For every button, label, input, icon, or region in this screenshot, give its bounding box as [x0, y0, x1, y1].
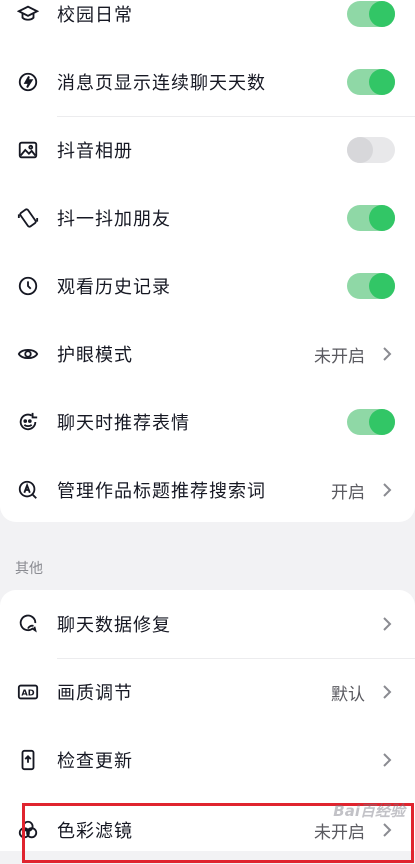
- setting-label: 管理作品标题推荐搜索词: [57, 481, 266, 502]
- toggle-knob: [369, 69, 395, 95]
- chat-streak-toggle[interactable]: [347, 69, 395, 95]
- image-icon: [17, 139, 39, 161]
- setting-label: 校园日常: [57, 5, 133, 26]
- setting-label: 抖音相册: [57, 141, 133, 162]
- toggle-knob: [347, 137, 373, 163]
- setting-label: 画质调节: [57, 683, 133, 704]
- setting-row-watch-history[interactable]: 观看历史记录: [0, 252, 415, 320]
- setting-row-chat-data-repair[interactable]: 聊天数据修复: [0, 590, 415, 658]
- setting-value: 开启: [331, 482, 365, 503]
- shake-phone-icon: [17, 207, 39, 229]
- phone-update-icon: [17, 749, 39, 771]
- setting-label: 消息页显示连续聊天天数: [57, 73, 266, 94]
- section-title-other: 其他: [15, 561, 43, 577]
- setting-row-chat-streak[interactable]: 消息页显示连续聊天天数: [0, 48, 415, 116]
- setting-row-campus-daily[interactable]: 校园日常: [0, 0, 415, 48]
- setting-label: 聊天数据修复: [57, 615, 171, 636]
- setting-row-emoji-recommend[interactable]: 聊天时推荐表情: [0, 388, 415, 456]
- watermark: Bai百经验: [333, 802, 405, 820]
- watch-history-toggle[interactable]: [347, 273, 395, 299]
- setting-label: 抖一抖加朋友: [57, 209, 171, 230]
- ad-badge-icon: AD: [17, 681, 39, 703]
- setting-row-douyin-album[interactable]: 抖音相册: [0, 116, 415, 184]
- emoji-recommend-toggle[interactable]: [347, 409, 395, 435]
- setting-value: 默认: [331, 684, 365, 705]
- setting-row-title-search-words[interactable]: 管理作品标题推荐搜索词 开启: [0, 456, 415, 524]
- setting-row-check-update[interactable]: 检查更新: [0, 726, 415, 794]
- graduation-cap-icon: [17, 3, 39, 25]
- chevron-right-icon: [383, 347, 392, 361]
- setting-value: 未开启: [314, 346, 365, 367]
- chevron-right-icon: [383, 617, 392, 631]
- clock-icon: [17, 275, 39, 297]
- setting-row-image-quality[interactable]: AD 画质调节 默认: [0, 658, 415, 726]
- toggle-knob: [369, 1, 395, 27]
- svg-text:AD: AD: [21, 688, 34, 698]
- toggle-knob: [369, 409, 395, 435]
- chevron-right-icon: [383, 753, 392, 767]
- campus-daily-toggle[interactable]: [347, 1, 395, 27]
- chevron-right-icon: [383, 685, 392, 699]
- douyin-album-toggle[interactable]: [347, 137, 395, 163]
- setting-label: 观看历史记录: [57, 277, 171, 298]
- setting-label: 护眼模式: [57, 345, 133, 366]
- setting-label: 检查更新: [57, 751, 133, 772]
- setting-row-eye-protection[interactable]: 护眼模式 未开启: [0, 320, 415, 388]
- shake-add-friend-toggle[interactable]: [347, 205, 395, 231]
- chevron-right-icon: [383, 483, 392, 497]
- eye-icon: [17, 343, 39, 365]
- setting-row-shake-add-friend[interactable]: 抖一抖加朋友: [0, 184, 415, 252]
- toggle-knob: [369, 273, 395, 299]
- emoji-icon: [17, 411, 39, 433]
- toggle-knob: [369, 205, 395, 231]
- chat-repair-icon: [17, 613, 39, 635]
- setting-label: 聊天时推荐表情: [57, 413, 190, 434]
- flame-icon: [17, 71, 39, 93]
- search-a-icon: [17, 479, 39, 501]
